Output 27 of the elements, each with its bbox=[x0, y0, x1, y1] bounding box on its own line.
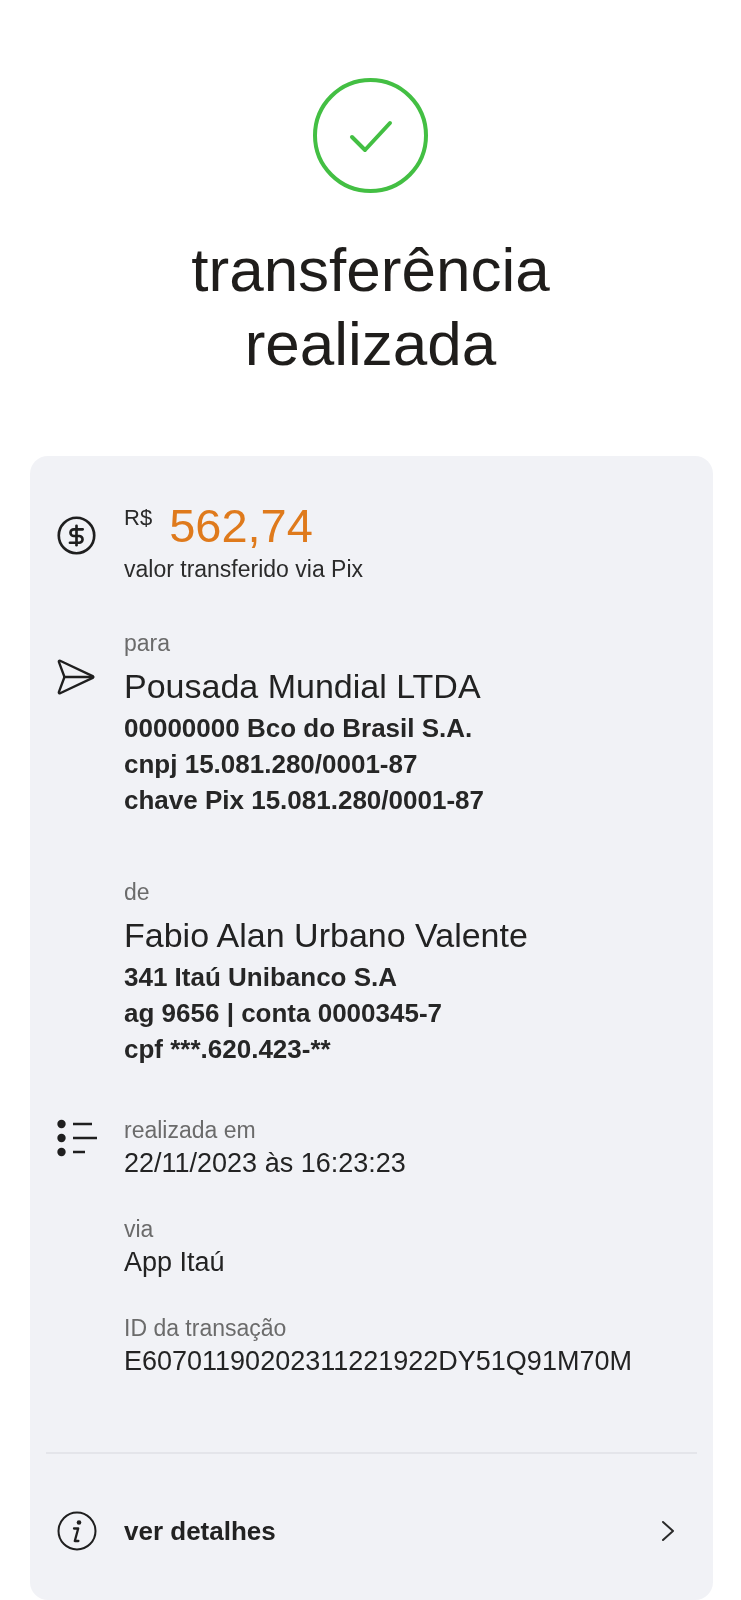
dollar-icon bbox=[57, 516, 96, 555]
field-value: 22/11/2023 às 16:23:23 bbox=[124, 1147, 407, 1180]
info-icon bbox=[57, 1511, 97, 1551]
status-title: transferência realizada bbox=[190, 234, 551, 380]
currency-symbol: R$ bbox=[124, 505, 153, 531]
chevron-right-icon bbox=[661, 1520, 675, 1542]
amount-caption: valor transferido via Pix bbox=[124, 555, 365, 584]
field-label: para bbox=[124, 629, 172, 658]
check-circle-icon bbox=[313, 78, 428, 193]
field-label: ID da transação bbox=[124, 1314, 288, 1343]
amount-value: 562,74 bbox=[169, 499, 313, 553]
party-detail: cnpj 15.081.280/0001-87 bbox=[124, 748, 419, 781]
field-value: E60701190202311221922DY51Q91M70M bbox=[124, 1345, 633, 1378]
field-label: de bbox=[124, 878, 151, 907]
party-detail: ag 9656 | conta 0000345-7 bbox=[124, 997, 444, 1030]
field-label: realizada em bbox=[124, 1116, 257, 1145]
party-name: Fabio Alan Urbano Valente bbox=[124, 915, 529, 956]
party-name: Pousada Mundial LTDA bbox=[124, 666, 482, 707]
party-detail: chave Pix 15.081.280/0001-87 bbox=[124, 784, 485, 817]
field-label: via bbox=[124, 1215, 155, 1244]
party-detail: cpf ***.620.423-** bbox=[124, 1033, 332, 1066]
field-value: App Itaú bbox=[124, 1246, 226, 1279]
party-detail: 341 Itaú Unibanco S.A bbox=[124, 961, 399, 994]
list-icon bbox=[57, 1119, 97, 1157]
send-icon bbox=[57, 659, 95, 695]
party-detail: 00000000 Bco do Brasil S.A. bbox=[124, 712, 474, 745]
details-button[interactable]: ver detalhes bbox=[30, 1496, 713, 1566]
